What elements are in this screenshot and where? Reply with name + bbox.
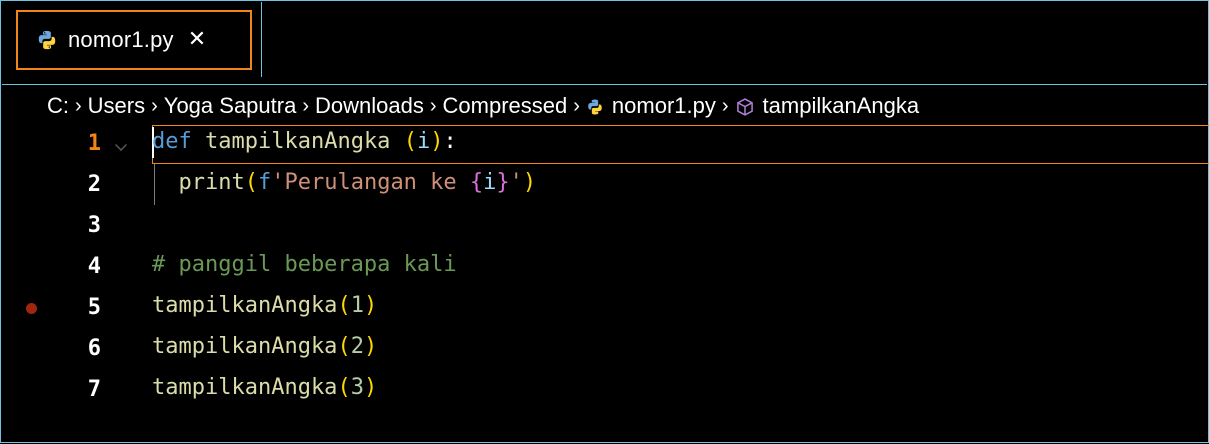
code-line-2[interactable]: 2 print(f'Perulangan ke {i}') <box>1 164 1209 205</box>
code-line-7[interactable]: 7 tampilkanAngka(3) <box>1 369 1209 410</box>
line-number: 2 <box>87 172 101 197</box>
code-editor[interactable]: 1 def tampilkanAngka (i): 2 print(f'Peru… <box>1 123 1209 444</box>
code-text: tampilkanAngka(3) <box>152 375 378 400</box>
editor-window: nomor1.py ✕ C: › Users › Yoga Saputra › … <box>0 0 1209 443</box>
line-number: 6 <box>87 336 101 361</box>
breakpoint-icon[interactable] <box>26 303 37 314</box>
code-line-5[interactable]: 5 tampilkanAngka(1) <box>1 287 1209 328</box>
breadcrumb-item-compressed[interactable]: Compressed <box>443 93 568 119</box>
tab-divider <box>261 2 262 77</box>
breadcrumb-item-symbol[interactable]: tampilkanAngka <box>735 93 920 119</box>
breadcrumb-item-downloads[interactable]: Downloads <box>315 93 424 119</box>
line-number: 4 <box>87 254 101 279</box>
breadcrumb-item-user-folder[interactable]: Yoga Saputra <box>164 93 297 119</box>
chevron-right-icon: › <box>429 94 437 117</box>
code-line-1[interactable]: 1 def tampilkanAngka (i): <box>1 123 1209 164</box>
breadcrumb-symbol-label: tampilkanAngka <box>762 93 920 118</box>
python-icon <box>38 30 56 50</box>
python-icon <box>588 99 602 115</box>
breadcrumb: C: › Users › Yoga Saputra › Downloads › … <box>47 89 919 123</box>
fold-chevron-icon[interactable] <box>115 139 127 151</box>
code-line-4[interactable]: 4 # panggil beberapa kali <box>1 246 1209 287</box>
breadcrumb-item-file[interactable]: nomor1.py <box>586 93 716 119</box>
cube-method-icon <box>736 98 753 116</box>
line-number: 7 <box>87 377 101 402</box>
code-line-6[interactable]: 6 tampilkanAngka(2) <box>1 328 1209 369</box>
breadcrumb-item-users[interactable]: Users <box>88 93 145 119</box>
chevron-right-icon: › <box>721 94 729 117</box>
tab-nomor1-py[interactable]: nomor1.py ✕ <box>16 10 252 70</box>
code-comment: # panggil beberapa kali <box>152 252 457 277</box>
breadcrumb-file-label: nomor1.py <box>611 93 716 118</box>
breadcrumb-item-drive[interactable]: C: <box>47 93 69 119</box>
code-line-3[interactable]: 3 <box>1 205 1209 246</box>
close-icon[interactable]: ✕ <box>188 29 206 51</box>
code-text: tampilkanAngka(1) <box>152 293 378 318</box>
tab-label: nomor1.py <box>68 27 174 52</box>
line-number: 3 <box>87 213 101 238</box>
chevron-right-icon: › <box>302 94 309 117</box>
chevron-right-icon: › <box>573 94 580 117</box>
chevron-right-icon: › <box>75 94 82 117</box>
code-text: def tampilkanAngka (i): <box>152 129 457 154</box>
tab-bar: nomor1.py ✕ <box>2 2 1207 85</box>
line-number: 5 <box>87 295 101 320</box>
code-text: tampilkanAngka(2) <box>152 334 378 359</box>
line-number: 1 <box>87 131 101 156</box>
code-text: print(f'Perulangan ke {i}') <box>178 170 537 195</box>
chevron-right-icon: › <box>151 94 158 117</box>
